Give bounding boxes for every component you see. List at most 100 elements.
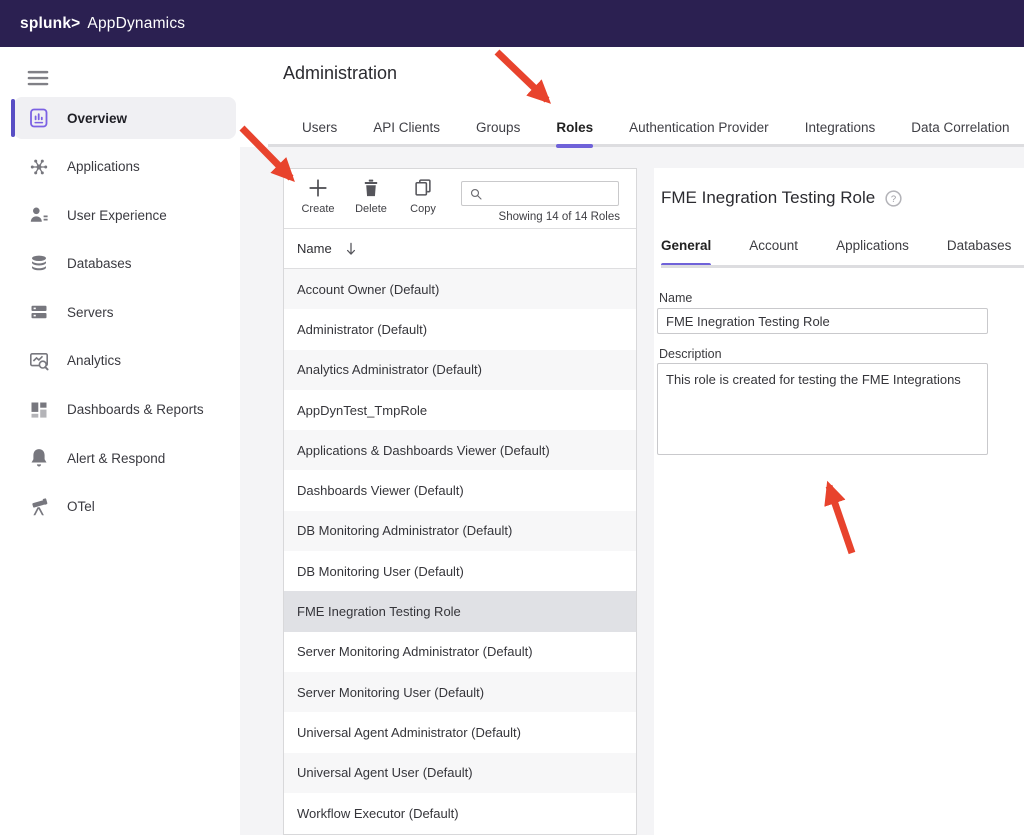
tab-authentication-provider[interactable]: Authentication Provider	[629, 120, 769, 147]
role-row[interactable]: FME Inegration Testing Role	[284, 591, 636, 631]
detail-tab-databases[interactable]: Databases	[947, 238, 1012, 266]
search-input[interactable]	[488, 183, 608, 204]
sidebar-nav: Overview Applications User Experience Datab…	[0, 97, 240, 534]
role-row[interactable]: Analytics Administrator (Default)	[284, 350, 636, 390]
role-name: DB Monitoring User (Default)	[297, 564, 464, 579]
admin-header: Administration Users API Clients Groups Rol…	[240, 47, 1024, 147]
role-row[interactable]: DB Monitoring Administrator (Default)	[284, 511, 636, 551]
role-name-input[interactable]	[657, 308, 988, 334]
brand-logo: splunk>AppDynamics	[20, 15, 185, 33]
detail-tab-account[interactable]: Account	[749, 238, 798, 266]
roles-panel: Create Delete Copy Showing 14 of 14 Role…	[283, 168, 637, 835]
name-field-label: Name	[659, 291, 692, 305]
sidebar-item-analytics[interactable]: Analytics	[14, 340, 236, 382]
splunk-logo: splunk>	[20, 15, 80, 32]
sidebar-item-databases[interactable]: Databases	[14, 243, 236, 285]
otel-icon	[27, 495, 51, 519]
detail-tab-general[interactable]: General	[661, 238, 711, 266]
sidebar-item-user-experience[interactable]: User Experience	[14, 194, 236, 236]
svg-text:?: ?	[891, 193, 896, 204]
role-row[interactable]: DB Monitoring User (Default)	[284, 551, 636, 591]
name-column-label: Name	[297, 241, 332, 256]
role-description-textarea[interactable]	[657, 363, 988, 455]
sidebar-item-overview[interactable]: Overview	[14, 97, 236, 139]
sidebar-item-applications[interactable]: Applications	[14, 146, 236, 188]
tab-integrations[interactable]: Integrations	[805, 120, 876, 147]
alert-respond-icon	[27, 446, 51, 470]
help-icon[interactable]: ?	[884, 189, 903, 208]
hamburger-icon	[27, 68, 49, 90]
copy-icon	[412, 177, 434, 199]
role-name: Server Monitoring Administrator (Default…	[297, 644, 533, 659]
role-name: Account Owner (Default)	[297, 282, 439, 297]
role-row[interactable]: AppDynTest_TmpRole	[284, 390, 636, 430]
role-detail-title: FME Inegration Testing Role	[661, 188, 875, 208]
sidebar-item-label: Servers	[67, 305, 114, 320]
showing-count-text: Showing 14 of 14 Roles	[499, 211, 620, 223]
copy-button[interactable]: Copy	[399, 177, 447, 215]
role-row[interactable]: Dashboards Viewer (Default)	[284, 470, 636, 510]
sidebar-item-servers[interactable]: Servers	[14, 291, 236, 333]
overview-icon	[27, 106, 51, 130]
role-row[interactable]: Universal Agent Administrator (Default)	[284, 712, 636, 752]
plus-icon	[307, 177, 329, 199]
role-name: Applications & Dashboards Viewer (Defaul…	[297, 443, 550, 458]
create-button-label: Create	[301, 203, 334, 215]
detail-tabs: General Account Applications Databases	[661, 238, 1011, 266]
page-title: Administration	[283, 63, 397, 84]
role-name: Administrator (Default)	[297, 322, 427, 337]
dashboards-reports-icon	[27, 398, 51, 422]
databases-icon	[27, 252, 51, 276]
active-indicator	[11, 99, 15, 137]
applications-icon	[27, 155, 51, 179]
tab-data-correlation[interactable]: Data Correlation	[911, 120, 1009, 147]
role-name: Universal Agent Administrator (Default)	[297, 725, 521, 740]
admin-tabs: Users API Clients Groups Roles Authenticatio…	[302, 120, 1010, 147]
user-experience-icon	[27, 203, 51, 227]
sidebar-item-label: User Experience	[67, 208, 167, 223]
role-name: Workflow Executor (Default)	[297, 806, 459, 821]
role-row[interactable]: Applications & Dashboards Viewer (Defaul…	[284, 430, 636, 470]
sidebar-item-alert-respond[interactable]: Alert & Respond	[14, 437, 236, 479]
role-name: Analytics Administrator (Default)	[297, 362, 482, 377]
create-button[interactable]: Create	[294, 177, 342, 215]
sidebar-item-otel[interactable]: OTel	[14, 486, 236, 528]
delete-button[interactable]: Delete	[347, 177, 395, 215]
role-name: Server Monitoring User (Default)	[297, 685, 484, 700]
sort-descending-icon	[342, 240, 360, 258]
sidebar-item-label: Applications	[67, 159, 140, 174]
roles-list: Account Owner (Default) Administrator (De…	[284, 269, 636, 834]
role-row[interactable]: Account Owner (Default)	[284, 269, 636, 309]
role-row[interactable]: Server Monitoring Administrator (Default…	[284, 632, 636, 672]
sidebar-item-label: Overview	[67, 111, 127, 126]
tab-api-clients[interactable]: API Clients	[373, 120, 440, 147]
roles-toolbar: Create Delete Copy Showing 14 of 14 Role…	[284, 169, 636, 229]
sidebar-item-label: Databases	[67, 256, 132, 271]
trash-icon	[360, 177, 382, 199]
role-row[interactable]: Server Monitoring User (Default)	[284, 672, 636, 712]
tab-users[interactable]: Users	[302, 120, 337, 147]
sidebar-item-label: Alert & Respond	[67, 451, 165, 466]
search-icon	[468, 186, 484, 202]
name-column-header[interactable]: Name	[284, 229, 636, 269]
servers-icon	[27, 300, 51, 324]
detail-title-row: FME Inegration Testing Role ?	[661, 188, 903, 208]
roles-search-box	[461, 181, 619, 206]
role-detail-panel: FME Inegration Testing Role ? General Acc…	[654, 168, 1024, 835]
sidebar-item-dashboards-reports[interactable]: Dashboards & Reports	[14, 389, 236, 431]
tab-groups[interactable]: Groups	[476, 120, 520, 147]
role-row[interactable]: Universal Agent User (Default)	[284, 753, 636, 793]
analytics-icon	[27, 349, 51, 373]
copy-button-label: Copy	[410, 203, 436, 215]
role-name: DB Monitoring Administrator (Default)	[297, 523, 512, 538]
delete-button-label: Delete	[355, 203, 387, 215]
role-name: AppDynTest_TmpRole	[297, 403, 427, 418]
role-row[interactable]: Workflow Executor (Default)	[284, 793, 636, 833]
role-row[interactable]: Administrator (Default)	[284, 309, 636, 349]
detail-tab-applications[interactable]: Applications	[836, 238, 909, 266]
role-name: Dashboards Viewer (Default)	[297, 483, 464, 498]
tab-roles[interactable]: Roles	[556, 120, 593, 147]
sidebar-item-label: OTel	[67, 499, 95, 514]
role-name: Universal Agent User (Default)	[297, 765, 473, 780]
hamburger-menu-button[interactable]	[27, 68, 49, 86]
